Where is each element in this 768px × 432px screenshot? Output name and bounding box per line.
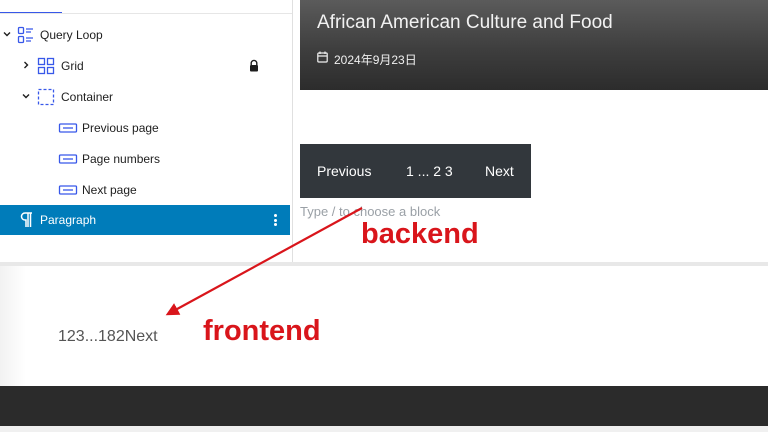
previous-page-link[interactable]: Previous bbox=[317, 163, 371, 179]
page-numbers[interactable]: 1 ... 2 3 bbox=[406, 163, 453, 179]
list-item-container[interactable]: Container bbox=[0, 82, 290, 112]
next-page-link[interactable]: Next bbox=[485, 163, 514, 179]
post-date: 2024年9月23日 bbox=[334, 52, 417, 67]
list-item-label: Previous page bbox=[82, 121, 159, 135]
pagination-previous-icon bbox=[58, 118, 78, 138]
block-appender-placeholder[interactable]: Type / to choose a block bbox=[300, 204, 440, 219]
list-item-label: Page numbers bbox=[82, 152, 161, 166]
list-item-next-page[interactable]: Next page bbox=[0, 175, 290, 205]
frontend-pagination[interactable]: 123...182Next bbox=[58, 328, 158, 346]
frontend-annotation: frontend bbox=[203, 315, 321, 347]
list-item-label: Paragraph bbox=[40, 213, 97, 227]
footer-bar bbox=[0, 386, 768, 432]
list-item-label: Query Loop bbox=[40, 28, 103, 42]
chevron-down-icon[interactable] bbox=[20, 91, 32, 103]
pagination-numbers-icon bbox=[58, 149, 78, 169]
post-date-row: 2024年9月23日 bbox=[317, 50, 417, 68]
list-item-previous-page[interactable]: Previous page bbox=[0, 113, 290, 143]
frontend-view: 123...182Next bbox=[0, 266, 768, 386]
post-title[interactable]: African American Culture and Food bbox=[317, 12, 613, 34]
container-icon bbox=[36, 87, 56, 107]
page-edge bbox=[0, 266, 26, 386]
calendar-icon bbox=[317, 50, 328, 68]
tab-divider bbox=[0, 13, 292, 14]
list-item-page-numbers[interactable]: Page numbers bbox=[0, 144, 290, 174]
chevron-down-icon[interactable] bbox=[1, 29, 13, 41]
backend-annotation: backend bbox=[361, 218, 479, 250]
list-view-panel: Query Loop Grid Container Previous page … bbox=[0, 0, 293, 262]
pagination-next-icon bbox=[58, 180, 78, 200]
query-loop-icon bbox=[16, 25, 36, 45]
more-options-icon[interactable] bbox=[270, 211, 280, 229]
list-item-query-loop[interactable]: Query Loop bbox=[0, 20, 290, 50]
list-item-label: Container bbox=[61, 90, 114, 104]
footer-edge bbox=[0, 426, 768, 432]
grid-icon bbox=[36, 56, 56, 76]
list-item-grid[interactable]: Grid bbox=[0, 51, 290, 81]
lock-icon[interactable] bbox=[248, 59, 260, 73]
query-pagination-block[interactable]: Previous 1 ... 2 3 Next bbox=[300, 144, 531, 198]
list-item-label: Next page bbox=[82, 183, 137, 197]
list-item-paragraph[interactable]: Paragraph bbox=[0, 205, 290, 235]
list-item-label: Grid bbox=[61, 59, 84, 73]
chevron-right-icon[interactable] bbox=[20, 60, 32, 72]
paragraph-icon bbox=[16, 210, 36, 230]
post-card: African American Culture and Food 2024年9… bbox=[300, 0, 768, 90]
